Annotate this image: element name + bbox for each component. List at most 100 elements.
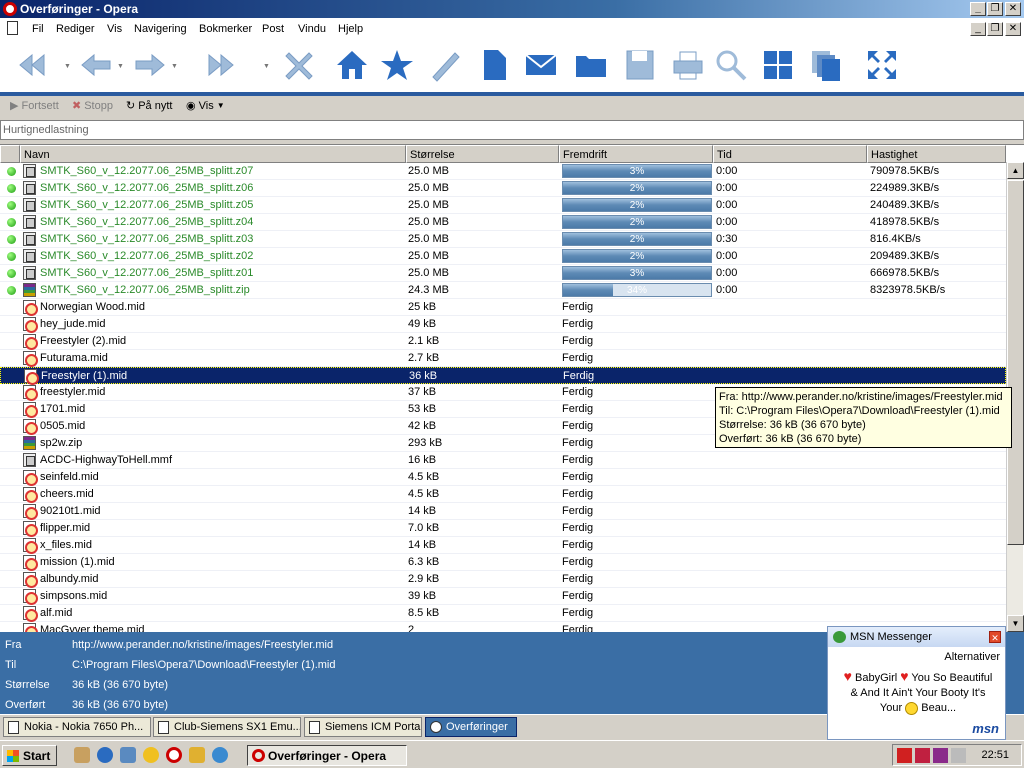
scroll-up-icon[interactable]: ▲ xyxy=(1007,162,1024,179)
transfer-row[interactable]: cheers.mid 4.5 kB Ferdig xyxy=(0,486,1006,503)
msn-message[interactable]: ♥ BabyGirl ♥ You So Beautiful & And It A… xyxy=(834,669,1002,716)
close-button[interactable]: ✕ xyxy=(1005,2,1021,16)
menu-vindu[interactable]: Vindu xyxy=(298,23,326,35)
start-button[interactable]: Start xyxy=(2,745,57,766)
transfer-row[interactable]: hey_jude.mid 49 kB Ferdig xyxy=(0,316,1006,333)
transfer-row[interactable]: SMTK_S60_v_12.2077.06_25MB_splitt.z06 25.… xyxy=(0,180,1006,197)
tab-nokia[interactable]: Nokia - Nokia 7650 Ph... xyxy=(3,717,151,737)
forward-button[interactable] xyxy=(130,44,170,86)
media-player-icon[interactable] xyxy=(143,747,159,763)
tool-icon[interactable] xyxy=(189,747,205,763)
rewind-dropdown-icon[interactable]: ▼ xyxy=(64,63,72,70)
from-value[interactable]: http://www.perander.no/kristine/images/F… xyxy=(72,639,333,651)
tab-transfers[interactable]: Overføringer xyxy=(425,717,517,737)
tab-club-siemens[interactable]: Club-Siemens SX1 Emu... xyxy=(153,717,301,737)
quick-download-input[interactable]: Hurtignedlastning xyxy=(0,120,1024,140)
tab-siemens-icm[interactable]: Siemens ICM Portal xyxy=(304,717,422,737)
transfer-row[interactable]: flipper.mid 7.0 kB Ferdig xyxy=(0,520,1006,537)
notes-button[interactable] xyxy=(425,44,465,86)
menu-bokmerker[interactable]: Bokmerker xyxy=(199,23,252,35)
transfer-row[interactable]: SMTK_S60_v_12.2077.06_25MB_splitt.z02 25.… xyxy=(0,248,1006,265)
bookmark-star-button[interactable] xyxy=(377,44,417,86)
transfer-row[interactable]: albundy.mid 2.9 kB Ferdig xyxy=(0,571,1006,588)
retry-button[interactable]: ↻ På nytt xyxy=(126,99,172,113)
midi-file-icon xyxy=(24,369,39,385)
transfer-row[interactable]: Futurama.mid 2.7 kB Ferdig xyxy=(0,350,1006,367)
winrar-tray-icon[interactable] xyxy=(933,748,948,763)
menu-post[interactable]: Post xyxy=(262,23,284,35)
new-page-button[interactable] xyxy=(474,44,514,86)
transfer-row[interactable]: SMTK_S60_v_12.2077.06_25MB_splitt.z04 25.… xyxy=(0,214,1006,231)
opera-quicklaunch-icon[interactable] xyxy=(166,747,182,763)
transfer-row[interactable]: Norwegian Wood.mid 25 kB Ferdig xyxy=(0,299,1006,316)
desktop-icon[interactable] xyxy=(120,747,136,763)
transfer-row[interactable]: ACDC-HighwayToHell.mmf 16 kB Ferdig xyxy=(0,452,1006,469)
minimize-button[interactable]: _ xyxy=(970,2,986,16)
transfer-row[interactable]: x_files.mid 14 kB Ferdig xyxy=(0,537,1006,554)
save-button[interactable] xyxy=(620,44,660,86)
quicklaunch-app-icon[interactable] xyxy=(74,747,90,763)
transfer-row[interactable]: Freestyler (2).mid 2.1 kB Ferdig xyxy=(0,333,1006,350)
mdi-minimize-button[interactable]: _ xyxy=(970,22,986,36)
antivirus-tray-icon[interactable] xyxy=(915,748,930,763)
fast-forward-dropdown-icon[interactable]: ▼ xyxy=(263,63,271,70)
midi-file-icon xyxy=(23,300,38,316)
transfer-row[interactable]: SMTK_S60_v_12.2077.06_25MB_splitt.z01 25.… xyxy=(0,265,1006,282)
to-value[interactable]: C:\Program Files\Opera7\Download\Freesty… xyxy=(72,659,335,671)
menu-fil[interactable]: Fil xyxy=(32,23,44,35)
tile-windows-button[interactable] xyxy=(758,44,798,86)
transfer-row[interactable]: SMTK_S60_v_12.2077.06_25MB_splitt.z03 25.… xyxy=(0,231,1006,248)
transfer-row[interactable]: Freestyler (1).mid 36 kB Ferdig xyxy=(0,367,1006,385)
name-column-header[interactable]: Navn xyxy=(20,145,406,163)
document-icon[interactable] xyxy=(7,21,18,35)
transfer-row[interactable]: simpsons.mid 39 kB Ferdig xyxy=(0,588,1006,605)
msn-close-button[interactable]: ✕ xyxy=(989,631,1001,643)
forward-dropdown-icon[interactable]: ▼ xyxy=(171,63,179,70)
resume-button[interactable]: ▶ Fortsett xyxy=(10,99,59,113)
internet-explorer-icon[interactable] xyxy=(97,747,113,763)
scroll-thumb[interactable] xyxy=(1007,180,1024,545)
fast-forward-button[interactable] xyxy=(201,44,241,86)
back-button[interactable] xyxy=(76,44,116,86)
stop-button[interactable] xyxy=(279,44,319,86)
home-button[interactable] xyxy=(332,44,372,86)
stop-transfer-button[interactable]: ✖ Stopp xyxy=(72,99,113,113)
menu-rediger[interactable]: Rediger xyxy=(56,23,95,35)
scroll-down-icon[interactable]: ▼ xyxy=(1007,615,1024,632)
menu-navigering[interactable]: Navigering xyxy=(134,23,187,35)
transfer-row[interactable]: SMTK_S60_v_12.2077.06_25MB_splitt.z07 25.… xyxy=(0,163,1006,180)
progress-column-header[interactable]: Fremdrift xyxy=(559,145,713,163)
transfer-row[interactable]: SMTK_S60_v_12.2077.06_25MB_splitt.z05 25.… xyxy=(0,197,1006,214)
transfer-row[interactable]: seinfeld.mid 4.5 kB Ferdig xyxy=(0,469,1006,486)
time-column-header[interactable]: Tid xyxy=(713,145,867,163)
transfer-row[interactable]: SMTK_S60_v_12.2077.06_25MB_splitt.zip 24.… xyxy=(0,282,1006,299)
opera-icon[interactable] xyxy=(3,2,17,16)
mail-button[interactable] xyxy=(521,44,561,86)
messenger-icon[interactable] xyxy=(212,747,228,763)
transfer-speed: 418978.5KB/s xyxy=(870,216,940,228)
mdi-restore-button[interactable]: ❐ xyxy=(987,22,1003,36)
msn-notification[interactable]: MSN Messenger ✕ Alternativer ♥ BabyGirl … xyxy=(827,626,1006,740)
open-folder-button[interactable] xyxy=(571,44,611,86)
search-button[interactable] xyxy=(711,44,751,86)
menu-vis[interactable]: Vis xyxy=(107,23,122,35)
size-column-header[interactable]: Størrelse xyxy=(406,145,559,163)
speed-column-header[interactable]: Hastighet xyxy=(867,145,1006,163)
rewind-button[interactable] xyxy=(12,44,52,86)
msn-options-link[interactable]: Alternativer xyxy=(944,651,1000,663)
transfer-row[interactable]: 90210t1.mid 14 kB Ferdig xyxy=(0,503,1006,520)
print-button[interactable] xyxy=(668,44,708,86)
acrobat-tray-icon[interactable] xyxy=(897,748,912,763)
view-button[interactable]: ◉ Vis ▼ xyxy=(186,99,225,113)
status-column-header[interactable] xyxy=(0,145,20,163)
fullscreen-button[interactable] xyxy=(862,44,902,86)
maximize-button[interactable]: ❐ xyxy=(987,2,1003,16)
taskbar-opera-button[interactable]: Overføringer - Opera xyxy=(247,745,407,766)
transfer-row[interactable]: mission (1).mid 6.3 kB Ferdig xyxy=(0,554,1006,571)
back-dropdown-icon[interactable]: ▼ xyxy=(117,63,125,70)
menu-hjelp[interactable]: Hjelp xyxy=(338,23,363,35)
transfer-row[interactable]: alf.mid 8.5 kB Ferdig xyxy=(0,605,1006,622)
network-tray-icon[interactable] xyxy=(951,748,966,763)
cascade-windows-button[interactable] xyxy=(806,44,846,86)
mdi-close-button[interactable]: ✕ xyxy=(1005,22,1021,36)
